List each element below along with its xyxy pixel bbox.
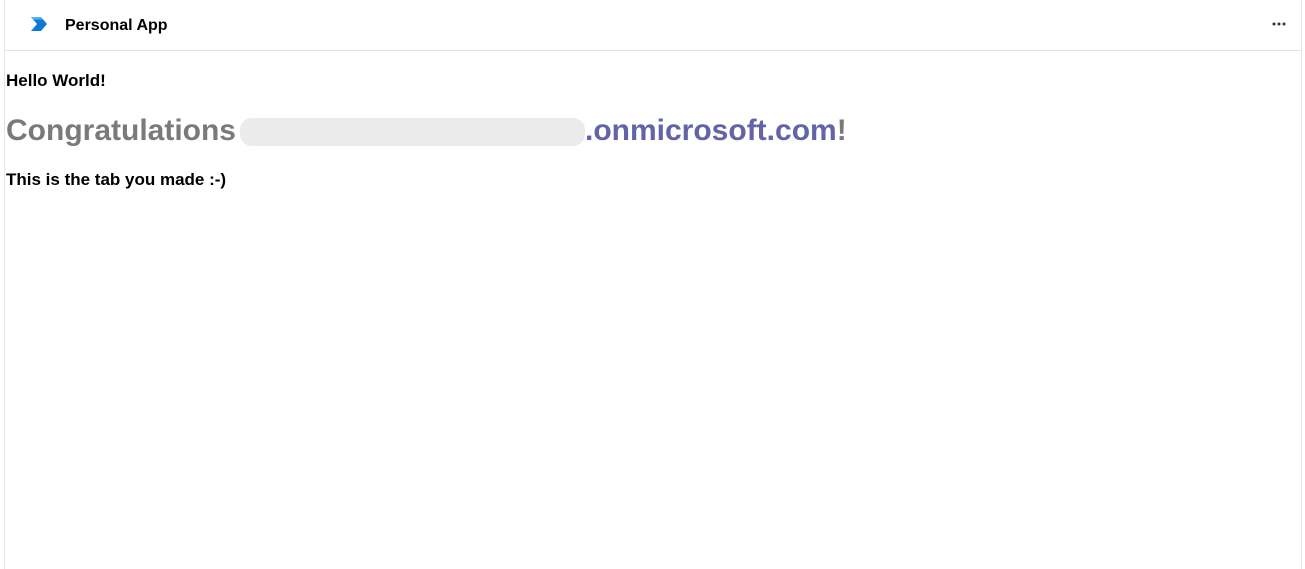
tab-note: This is the tab you made :-) (6, 170, 227, 189)
email-domain: .onmicrosoft.com (585, 114, 837, 147)
hello-heading: Hello World! (6, 71, 106, 90)
congrats-suffix: ! (836, 114, 847, 147)
app-title: Personal App (65, 17, 168, 34)
redacted-email (240, 118, 585, 146)
app-window: Personal App Hello World! Congratulation… (4, 0, 1302, 569)
app-header: Personal App (5, 0, 1301, 51)
more-options-button[interactable] (1267, 12, 1291, 36)
congratulations-heading: Congratulations .onmicrosoft.com! (6, 113, 847, 149)
congrats-word: Congratulations (6, 114, 236, 147)
personal-app-icon (29, 14, 49, 34)
more-options-icon (1272, 22, 1286, 26)
